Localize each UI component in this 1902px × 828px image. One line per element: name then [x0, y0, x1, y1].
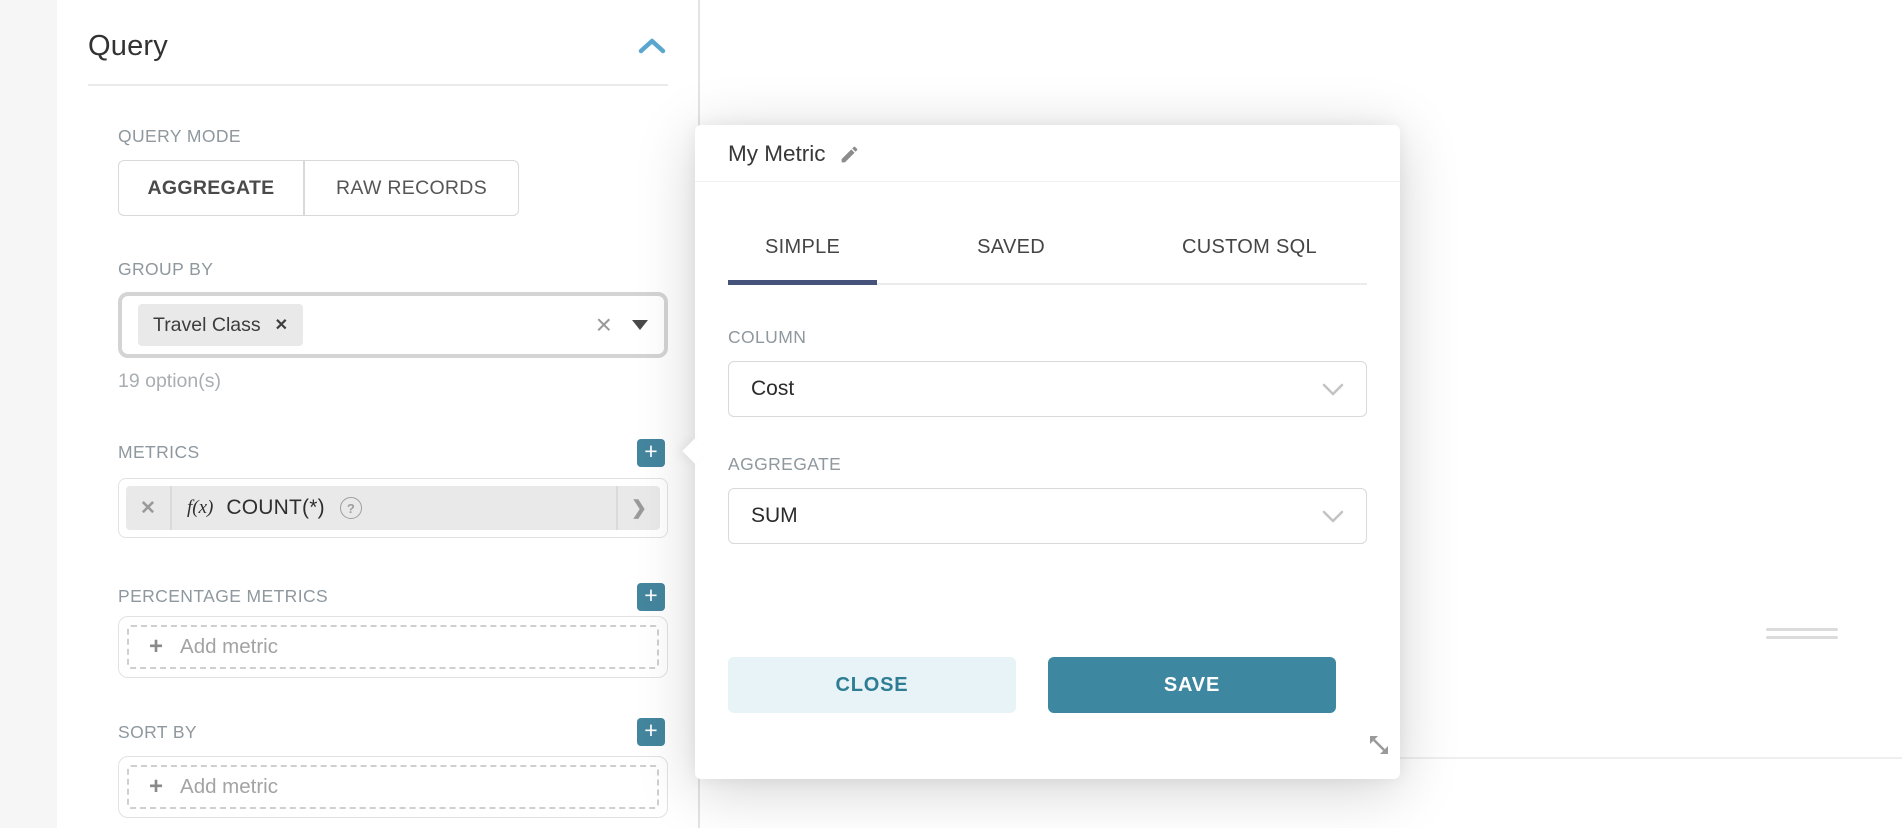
remove-tag-icon[interactable]: ✕ [275, 315, 288, 335]
popover-content: COLUMN Cost AGGREGATE SUM C [695, 327, 1400, 713]
query-mode-toggle: AGGREGATE RAW RECORDS [118, 160, 519, 216]
group-by-tag-label: Travel Class [153, 314, 261, 337]
panel-resize-handle[interactable] [1766, 628, 1838, 644]
add-sort-button[interactable]: + [637, 718, 665, 746]
add-percentage-metric-button[interactable]: + [637, 583, 665, 611]
left-gutter [0, 0, 57, 828]
plus-icon: + [149, 637, 163, 657]
add-metric-button[interactable]: + [637, 439, 665, 467]
options-count-hint: 19 option(s) [118, 370, 221, 393]
remove-metric-icon[interactable]: ✕ [126, 497, 170, 520]
popover-header: My Metric [695, 125, 1400, 182]
pill-divider [170, 486, 172, 530]
raw-records-mode-button[interactable]: RAW RECORDS [304, 160, 519, 216]
metrics-container: ✕ f(x) COUNT(*) ? ❯ [118, 478, 668, 538]
column-select-value: Cost [751, 377, 794, 401]
aggregate-select[interactable]: SUM [728, 488, 1367, 544]
aggregate-label: AGGREGATE [728, 454, 1367, 475]
tab-simple[interactable]: SIMPLE [728, 236, 877, 283]
popover-tabs: SIMPLE SAVED CUSTOM SQL [728, 182, 1367, 285]
section-underline [88, 84, 668, 86]
edit-title-pencil-icon[interactable] [839, 144, 860, 165]
tab-custom-sql[interactable]: CUSTOM SQL [1145, 236, 1354, 283]
column-label: COLUMN [728, 327, 1367, 348]
add-metric-placeholder: Add metric [180, 775, 278, 799]
column-select[interactable]: Cost [728, 361, 1367, 417]
handle-bar [1766, 628, 1838, 631]
add-metric-placeholder: Add metric [180, 635, 278, 659]
sort-by-container: + Add metric [118, 756, 668, 818]
add-percentage-metric-dropzone[interactable]: + Add metric [127, 625, 659, 669]
clear-selection-icon[interactable]: × [596, 315, 612, 335]
popover-footer: CLOSE SAVE [728, 657, 1367, 713]
plus-icon: + [149, 777, 163, 797]
percentage-metrics-container: + Add metric [118, 616, 668, 678]
function-icon: f(x) [187, 497, 213, 519]
add-sort-metric-dropzone[interactable]: + Add metric [127, 765, 659, 809]
group-by-label: GROUP BY [118, 259, 213, 280]
popover-title: My Metric [728, 141, 826, 167]
query-mode-label: QUERY MODE [118, 126, 241, 147]
metric-expand-chevron-icon[interactable]: ❯ [618, 497, 660, 520]
percentage-metrics-label: PERCENTAGE METRICS [118, 586, 328, 607]
metric-item-label: COUNT(*) [226, 496, 324, 520]
chevron-up-icon[interactable] [636, 36, 668, 57]
aggregate-select-value: SUM [751, 504, 798, 528]
group-by-select[interactable]: Travel Class ✕ × [118, 292, 668, 358]
aggregate-mode-button[interactable]: AGGREGATE [118, 160, 304, 216]
save-button[interactable]: SAVE [1048, 657, 1336, 713]
group-by-tag: Travel Class ✕ [138, 304, 303, 346]
metrics-label: METRICS [118, 442, 200, 463]
query-section-title: Query [88, 30, 168, 63]
tab-saved[interactable]: SAVED [940, 236, 1082, 283]
metric-edit-popover: My Metric SIMPLE SAVED CUSTOM SQL COLUMN… [695, 125, 1400, 779]
metric-help-icon[interactable]: ? [340, 497, 362, 519]
chevron-down-icon [1322, 510, 1344, 523]
dropdown-caret-icon[interactable] [632, 320, 648, 330]
metric-item[interactable]: ✕ f(x) COUNT(*) ? ❯ [126, 486, 660, 530]
popover-resize-icon[interactable] [1366, 732, 1392, 763]
chart-builder-screen: Query QUERY MODE AGGREGATE RAW RECORDS G… [0, 0, 1902, 828]
chevron-down-icon [1322, 383, 1344, 396]
sort-by-label: SORT BY [118, 722, 197, 743]
close-button[interactable]: CLOSE [728, 657, 1016, 713]
handle-bar [1766, 636, 1838, 639]
